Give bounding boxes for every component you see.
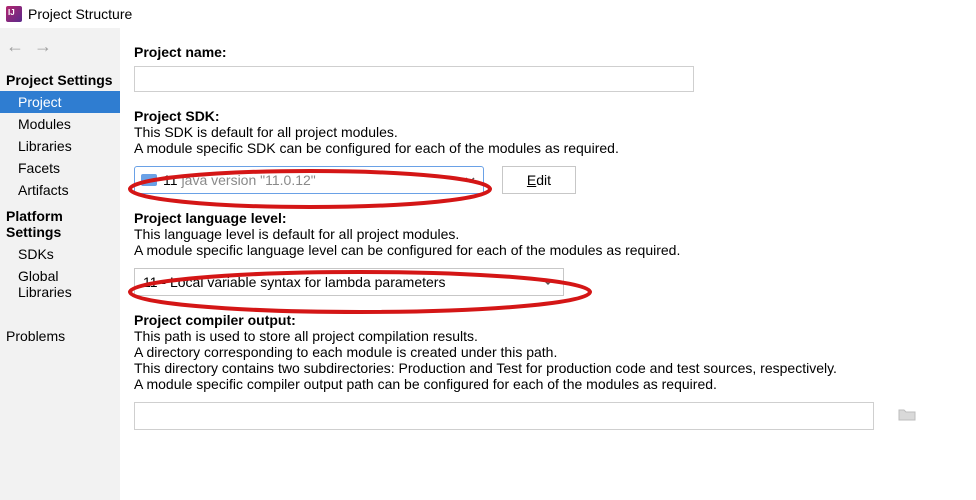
sidebar-item-libraries[interactable]: Libraries	[0, 135, 120, 157]
sidebar-item-label: Modules	[18, 116, 71, 132]
project-name-input[interactable]	[134, 66, 694, 92]
compiler-output-label: Project compiler output:	[134, 312, 958, 328]
sidebar-item-sdks[interactable]: SDKs	[0, 243, 120, 265]
compiler-output-desc1: This path is used to store all project c…	[134, 328, 958, 344]
project-sdk-desc2: A module specific SDK can be configured …	[134, 140, 958, 156]
sidebar-item-label: SDKs	[18, 246, 54, 262]
app-icon	[6, 6, 22, 22]
chevron-down-icon	[465, 172, 475, 188]
titlebar: Project Structure	[0, 0, 976, 28]
sidebar-heading-project-settings: Project Settings	[0, 69, 120, 91]
edit-underline: E	[527, 172, 536, 188]
sdk-version-detail: java version "11.0.12"	[182, 172, 316, 188]
edit-rest: dit	[536, 172, 551, 188]
sidebar-item-label: Project	[18, 94, 62, 110]
language-level-value: 11 - Local variable syntax for lambda pa…	[143, 274, 445, 290]
sidebar-item-modules[interactable]: Modules	[0, 113, 120, 135]
sidebar-item-artifacts[interactable]: Artifacts	[0, 179, 120, 201]
sidebar-item-label: Problems	[6, 328, 65, 344]
compiler-output-input[interactable]	[134, 402, 874, 430]
compiler-output-desc2: A directory corresponding to each module…	[134, 344, 958, 360]
sidebar-item-label: Facets	[18, 160, 60, 176]
edit-sdk-button[interactable]: Edit	[502, 166, 576, 194]
sidebar: ← → Project Settings Project Modules Lib…	[0, 28, 120, 500]
project-name-label: Project name:	[134, 44, 958, 60]
sidebar-item-facets[interactable]: Facets	[0, 157, 120, 179]
nav-back-icon[interactable]: ←	[6, 36, 24, 57]
compiler-output-desc3: This directory contains two subdirectori…	[134, 360, 958, 376]
sidebar-item-label: Global Libraries	[18, 268, 72, 300]
sidebar-item-label: Artifacts	[18, 182, 69, 198]
sidebar-item-project[interactable]: Project	[0, 91, 120, 113]
language-level-desc2: A module specific language level can be …	[134, 242, 958, 258]
language-level-select[interactable]: 11 - Local variable syntax for lambda pa…	[134, 268, 564, 296]
project-sdk-label: Project SDK:	[134, 108, 958, 124]
project-sdk-select[interactable]: 11 java version "11.0.12"	[134, 166, 484, 194]
language-level-label: Project language level:	[134, 210, 958, 226]
chevron-down-icon	[543, 274, 553, 290]
sdk-version-number: 11	[163, 172, 178, 188]
main-panel: Project name: Project SDK: This SDK is d…	[120, 28, 976, 500]
compiler-output-desc4: A module specific compiler output path c…	[134, 376, 958, 392]
sidebar-item-global-libraries[interactable]: Global Libraries	[0, 265, 120, 303]
sidebar-item-problems[interactable]: Problems	[0, 325, 120, 347]
sidebar-item-label: Libraries	[18, 138, 72, 154]
sidebar-heading-platform-settings: Platform Settings	[0, 205, 120, 243]
window-title: Project Structure	[28, 6, 132, 22]
browse-folder-icon[interactable]	[898, 407, 916, 426]
jdk-icon	[141, 174, 157, 186]
nav-forward-icon[interactable]: →	[34, 36, 52, 57]
language-level-desc: This language level is default for all p…	[134, 226, 958, 242]
project-sdk-desc: This SDK is default for all project modu…	[134, 124, 958, 140]
